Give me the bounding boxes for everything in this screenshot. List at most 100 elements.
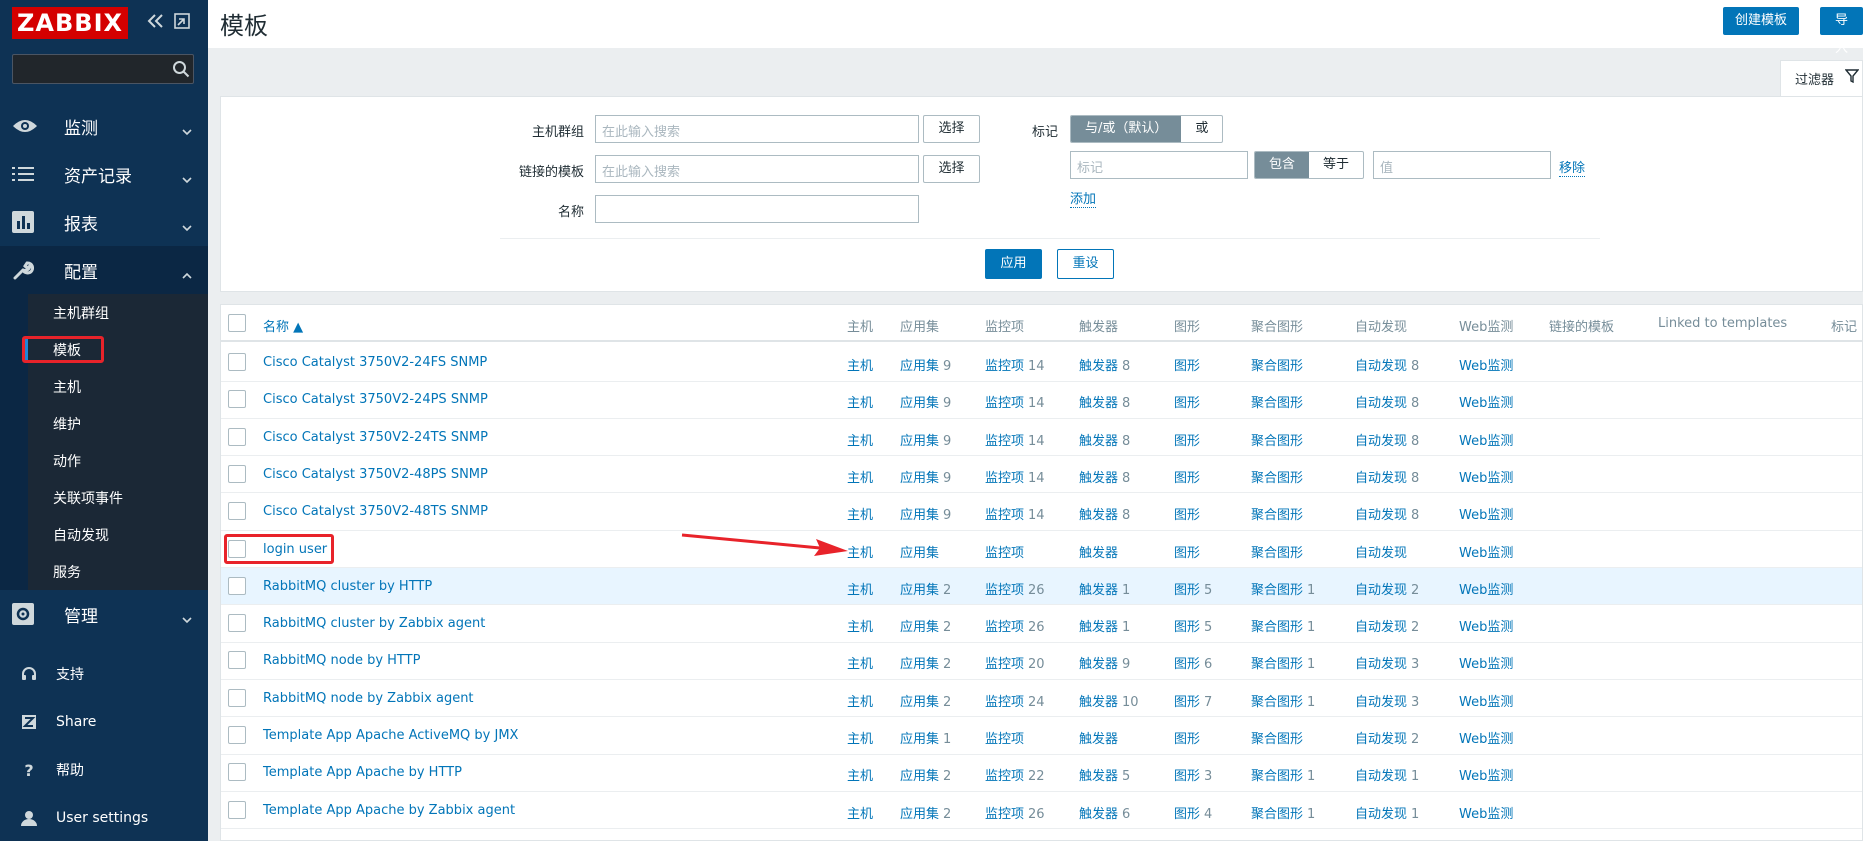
submenu-actions[interactable]: 动作	[28, 442, 208, 479]
screens-link[interactable]: 聚合图形	[1251, 732, 1303, 747]
submenu-maintenance[interactable]: 维护	[28, 405, 208, 442]
applications-link[interactable]: 应用集	[900, 769, 939, 784]
items-link[interactable]: 监控项	[985, 769, 1024, 784]
menu-user-settings[interactable]: User settings	[0, 794, 208, 841]
remove-tag-link[interactable]: 移除	[1559, 157, 1586, 177]
graphs-link[interactable]: 图形	[1174, 620, 1200, 635]
screens-link[interactable]: 聚合图形	[1251, 769, 1303, 784]
submenu-event-correlation[interactable]: 关联项事件	[28, 479, 208, 516]
template-name-link[interactable]: Cisco Catalyst 3750V2-48TS SNMP	[263, 504, 488, 519]
row-checkbox[interactable]	[228, 800, 246, 819]
triggers-link[interactable]: 触发器	[1079, 620, 1118, 635]
items-link[interactable]: 监控项	[985, 657, 1024, 672]
discovery-link[interactable]: 自动发现	[1355, 695, 1407, 710]
items-link[interactable]: 监控项	[985, 359, 1024, 374]
menu-support[interactable]: 支持	[0, 650, 208, 698]
row-checkbox[interactable]	[228, 502, 246, 521]
graphs-link[interactable]: 图形	[1174, 732, 1200, 747]
apply-button[interactable]: 应用	[985, 249, 1042, 279]
template-name-link[interactable]: Template App Apache by Zabbix agent	[263, 803, 515, 818]
triggers-link[interactable]: 触发器	[1079, 732, 1118, 747]
triggers-link[interactable]: 触发器	[1079, 508, 1118, 523]
triggers-link[interactable]: 触发器	[1079, 546, 1118, 561]
discovery-link[interactable]: 自动发现	[1355, 359, 1407, 374]
linked-templates-input[interactable]: 在此输入搜索	[595, 155, 919, 183]
triggers-link[interactable]: 触发器	[1079, 769, 1118, 784]
import-button[interactable]: 导入	[1820, 7, 1863, 56]
row-checkbox[interactable]	[228, 763, 246, 782]
screens-link[interactable]: 聚合图形	[1251, 396, 1303, 411]
web-link[interactable]: Web监测	[1459, 732, 1513, 747]
applications-link[interactable]: 应用集	[900, 508, 939, 523]
discovery-link[interactable]: 自动发现	[1355, 434, 1407, 449]
graphs-link[interactable]: 图形	[1174, 434, 1200, 449]
discovery-link[interactable]: 自动发现	[1355, 807, 1407, 822]
hosts-link[interactable]: 主机	[847, 396, 873, 411]
items-link[interactable]: 监控项	[985, 434, 1024, 449]
menu-reports[interactable]: 报表	[0, 198, 208, 246]
screens-link[interactable]: 聚合图形	[1251, 583, 1303, 598]
triggers-link[interactable]: 触发器	[1079, 434, 1118, 449]
web-link[interactable]: Web监测	[1459, 434, 1513, 449]
graphs-link[interactable]: 图形	[1174, 807, 1200, 822]
template-name-link[interactable]: Cisco Catalyst 3750V2-24TS SNMP	[263, 430, 488, 445]
screens-link[interactable]: 聚合图形	[1251, 657, 1303, 672]
submenu-host-groups[interactable]: 主机群组	[28, 294, 208, 331]
screens-link[interactable]: 聚合图形	[1251, 807, 1303, 822]
discovery-link[interactable]: 自动发现	[1355, 769, 1407, 784]
graphs-link[interactable]: 图形	[1174, 359, 1200, 374]
row-checkbox[interactable]	[228, 464, 246, 483]
template-name-link[interactable]: RabbitMQ cluster by HTTP	[263, 579, 432, 594]
row-checkbox[interactable]	[228, 353, 246, 371]
graphs-link[interactable]: 图形	[1174, 695, 1200, 710]
hosts-link[interactable]: 主机	[847, 471, 873, 486]
web-link[interactable]: Web监测	[1459, 546, 1513, 561]
hosts-link[interactable]: 主机	[847, 546, 873, 561]
screens-link[interactable]: 聚合图形	[1251, 620, 1303, 635]
hosts-link[interactable]: 主机	[847, 732, 873, 747]
items-link[interactable]: 监控项	[985, 732, 1024, 747]
web-link[interactable]: Web监测	[1459, 508, 1513, 523]
menu-help[interactable]: ? 帮助	[0, 746, 208, 794]
screens-link[interactable]: 聚合图形	[1251, 434, 1303, 449]
template-name-link[interactable]: Cisco Catalyst 3750V2-48PS SNMP	[263, 467, 488, 482]
hosts-link[interactable]: 主机	[847, 434, 873, 449]
menu-configuration[interactable]: 配置	[0, 246, 208, 294]
filter-tab[interactable]: 过滤器	[1780, 60, 1863, 96]
op-contains[interactable]: 包含	[1255, 152, 1310, 178]
applications-link[interactable]: 应用集	[900, 359, 939, 374]
template-name-link[interactable]: Template App Apache by HTTP	[263, 765, 462, 780]
web-link[interactable]: Web监测	[1459, 769, 1513, 784]
select-all-checkbox[interactable]	[228, 314, 246, 332]
applications-link[interactable]: 应用集	[900, 620, 939, 635]
row-checkbox[interactable]	[228, 427, 246, 446]
web-link[interactable]: Web监测	[1459, 471, 1513, 486]
web-link[interactable]: Web监测	[1459, 359, 1513, 374]
template-name-link[interactable]: Cisco Catalyst 3750V2-24PS SNMP	[263, 392, 488, 407]
template-name-link[interactable]: RabbitMQ cluster by Zabbix agent	[263, 616, 485, 631]
discovery-link[interactable]: 自动发现	[1355, 583, 1407, 598]
menu-administration[interactable]: 管理	[0, 590, 208, 638]
host-groups-input[interactable]: 在此输入搜索	[595, 115, 919, 143]
discovery-link[interactable]: 自动发现	[1355, 508, 1407, 523]
hosts-link[interactable]: 主机	[847, 620, 873, 635]
screens-link[interactable]: 聚合图形	[1251, 546, 1303, 561]
kiosk-mode-icon[interactable]	[174, 13, 190, 33]
triggers-link[interactable]: 触发器	[1079, 695, 1118, 710]
items-link[interactable]: 监控项	[985, 396, 1024, 411]
hosts-link[interactable]: 主机	[847, 359, 873, 374]
hosts-link[interactable]: 主机	[847, 769, 873, 784]
web-link[interactable]: Web监测	[1459, 396, 1513, 411]
graphs-link[interactable]: 图形	[1174, 769, 1200, 784]
op-equals[interactable]: 等于	[1309, 152, 1363, 178]
discovery-link[interactable]: 自动发现	[1355, 657, 1407, 672]
triggers-link[interactable]: 触发器	[1079, 396, 1118, 411]
hosts-link[interactable]: 主机	[847, 583, 873, 598]
screens-link[interactable]: 聚合图形	[1251, 508, 1303, 523]
applications-link[interactable]: 应用集	[900, 434, 939, 449]
tag-name-input[interactable]: 标记	[1070, 151, 1248, 179]
template-name-link[interactable]: Template App Apache ActiveMQ by JMX	[263, 728, 518, 743]
applications-link[interactable]: 应用集	[900, 546, 939, 561]
items-link[interactable]: 监控项	[985, 583, 1024, 598]
graphs-link[interactable]: 图形	[1174, 396, 1200, 411]
